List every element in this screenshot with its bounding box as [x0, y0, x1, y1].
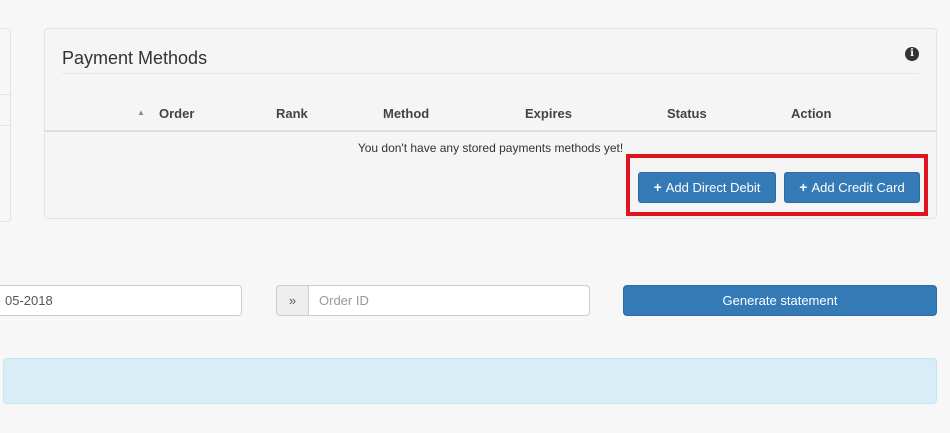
divider: [0, 125, 10, 126]
info-alert: [3, 358, 937, 404]
divider: [62, 73, 919, 74]
divider: [45, 130, 936, 132]
date-field[interactable]: 05-2018: [0, 285, 242, 316]
column-header-status: Status: [667, 106, 707, 121]
generate-statement-button[interactable]: Generate statement: [623, 285, 937, 316]
column-header-order[interactable]: Order: [159, 106, 194, 121]
divider: [0, 94, 10, 95]
panel-title: Payment Methods: [62, 48, 208, 68]
column-header-rank: Rank: [276, 106, 308, 121]
left-panel: [0, 28, 11, 222]
highlight-annotation: [626, 154, 928, 216]
order-id-input[interactable]: [308, 285, 590, 316]
column-header-expires: Expires: [525, 106, 572, 121]
double-chevron-right-icon: »: [276, 285, 309, 316]
column-header-action: Action: [791, 106, 832, 121]
column-header-method: Method: [383, 106, 430, 121]
table-header: ▲ Order Rank Method Expires Status Actio…: [45, 106, 936, 130]
sort-up-icon[interactable]: ▲: [137, 108, 145, 117]
info-icon[interactable]: i: [905, 47, 919, 61]
empty-message: You don't have any stored payments metho…: [357, 141, 624, 155]
